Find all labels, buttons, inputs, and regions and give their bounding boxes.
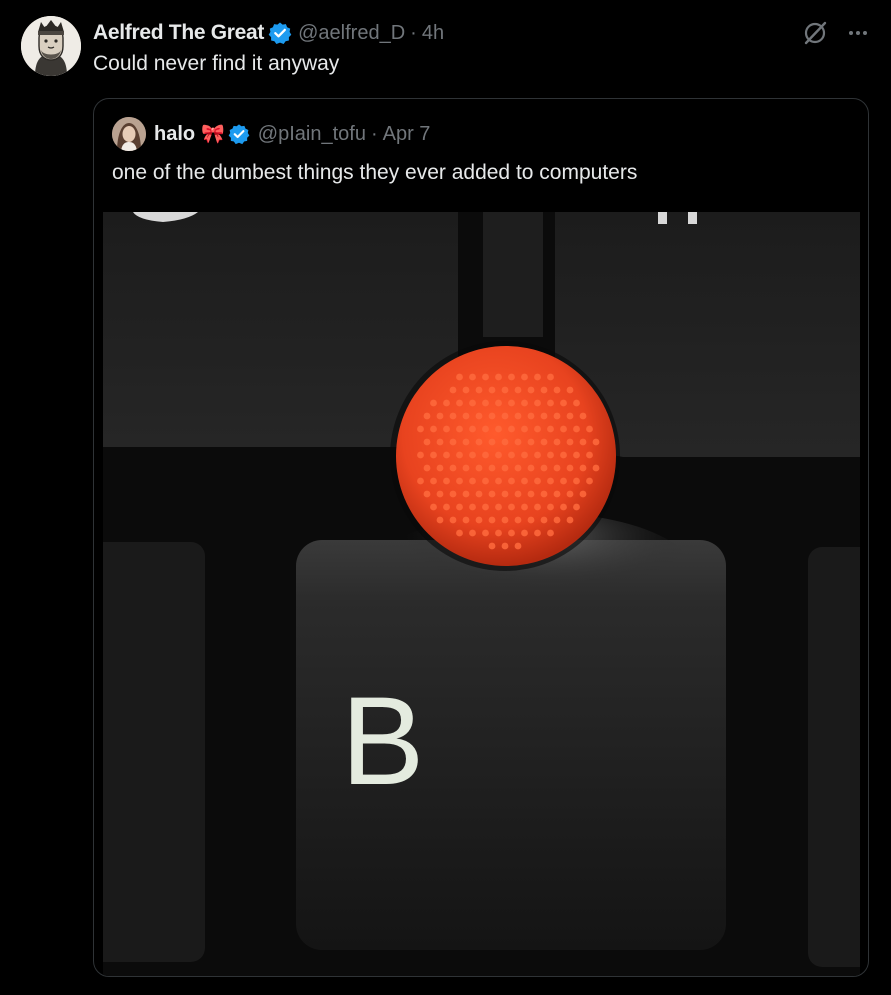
ribbon-emoji: 🎀 <box>201 124 225 145</box>
keyboard-trackpoint-photo: B <box>103 212 860 976</box>
verified-badge-icon[interactable] <box>228 123 250 145</box>
quoted-timestamp[interactable]: Apr 7 <box>383 123 431 146</box>
tweet-header: Aelfred The Great @aelfred_D · 4h <box>93 19 444 47</box>
author-handle[interactable]: @aelfred_D <box>298 22 405 45</box>
separator-dot: · <box>410 21 417 44</box>
quoted-author-handle[interactable]: @pIain_tofu <box>258 123 366 146</box>
trackpoint-nub <box>396 346 616 566</box>
verified-badge-icon[interactable] <box>268 21 292 45</box>
key-letter-b: B <box>341 672 424 811</box>
tweet-text: Could never find it anyway <box>93 52 340 75</box>
quoted-tweet-header: halo 🎀 @pIain_tofu · Apr 7 <box>154 121 430 147</box>
author-name[interactable]: Aelfred The Great <box>93 21 264 45</box>
tweet-timestamp[interactable]: 4h <box>422 22 444 45</box>
quoted-author-name[interactable]: halo <box>154 123 195 146</box>
quoted-tweet[interactable]: halo 🎀 @pIain_tofu · Apr 7 one of the du… <box>93 98 869 977</box>
quoted-tweet-text: one of the dumbest things they ever adde… <box>112 161 638 184</box>
grok-icon[interactable] <box>802 20 828 46</box>
more-options-icon[interactable] <box>843 19 873 47</box>
quoted-author-avatar[interactable] <box>112 117 146 151</box>
quoted-media-image[interactable]: B <box>103 212 860 976</box>
author-avatar[interactable] <box>21 16 81 76</box>
separator-dot: · <box>370 122 378 145</box>
